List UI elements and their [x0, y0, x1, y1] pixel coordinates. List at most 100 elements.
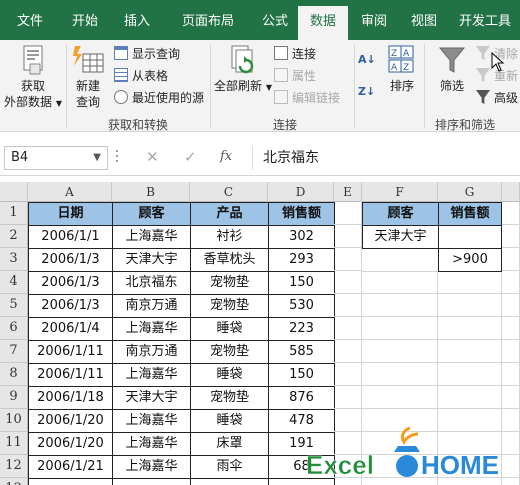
empty-cell[interactable]	[362, 271, 438, 294]
empty-cell[interactable]	[438, 386, 502, 409]
empty-cell[interactable]	[502, 202, 520, 225]
empty-cell[interactable]	[362, 363, 438, 386]
from-table-button[interactable]: 从表格	[114, 66, 168, 86]
table-cell[interactable]: 2006/1/3	[28, 248, 113, 272]
table-cell[interactable]: 302	[268, 225, 335, 249]
confirm-icon[interactable]: ✓	[184, 148, 197, 166]
sort-ascending-button[interactable]: A↓	[358, 50, 376, 70]
empty-cell[interactable]	[438, 340, 502, 363]
filter-button[interactable]: 筛选	[432, 44, 472, 94]
table-cell[interactable]: 530	[268, 294, 335, 318]
table-cell[interactable]: 上海嘉华	[112, 317, 191, 341]
table-cell[interactable]: 天津大宇	[112, 248, 191, 272]
table-cell[interactable]: 睡袋	[190, 317, 269, 341]
table-cell[interactable]: 北京福东	[112, 271, 191, 295]
empty-cell[interactable]	[334, 340, 362, 363]
row-header[interactable]: 10	[0, 409, 28, 432]
column-header-g[interactable]: G	[438, 182, 502, 202]
sort-button[interactable]: Z A A Z 排序	[384, 44, 420, 94]
table-cell[interactable]	[112, 478, 191, 485]
row-header[interactable]: 1	[0, 202, 28, 225]
table-cell[interactable]: 293	[268, 248, 335, 272]
empty-cell[interactable]	[502, 386, 520, 409]
empty-cell[interactable]	[334, 317, 362, 340]
show-queries-button[interactable]: 显示查询	[114, 44, 180, 64]
table-header-cell[interactable]: 销售额	[268, 202, 335, 226]
get-external-data-button[interactable]: 获取 外部数据 ▼	[2, 44, 64, 112]
table-cell[interactable]: 雨伞	[190, 455, 269, 479]
column-header-c[interactable]: C	[190, 182, 268, 202]
table-cell[interactable]: 睡袋	[190, 363, 269, 387]
table-cell[interactable]: 2006/1/18	[28, 386, 113, 410]
table-cell[interactable]: 上海嘉华	[112, 409, 191, 433]
empty-cell[interactable]	[438, 271, 502, 294]
table-cell[interactable]	[28, 478, 113, 485]
table-cell[interactable]: 2006/1/20	[28, 432, 113, 456]
table-header-cell[interactable]: 顾客	[112, 202, 191, 226]
table-cell[interactable]: 上海嘉华	[112, 363, 191, 387]
criteria-cell-customer[interactable]: 天津大宇	[362, 225, 439, 249]
table-cell[interactable]: 睡袋	[190, 409, 269, 433]
row-header[interactable]: 13	[0, 478, 28, 485]
empty-cell[interactable]	[334, 386, 362, 409]
empty-cell[interactable]	[362, 340, 438, 363]
row-header[interactable]: 8	[0, 363, 28, 386]
table-cell[interactable]: 150	[268, 271, 335, 295]
properties-button[interactable]: 属性	[274, 66, 316, 86]
table-cell[interactable]	[190, 478, 269, 485]
column-header-d[interactable]: D	[268, 182, 334, 202]
table-cell[interactable]: 223	[268, 317, 335, 341]
row-header[interactable]: 9	[0, 386, 28, 409]
table-cell[interactable]: 2006/1/3	[28, 271, 113, 295]
table-cell[interactable]: 150	[268, 363, 335, 387]
criteria-cell-sales-2[interactable]: >900	[438, 248, 502, 272]
tab-file[interactable]: 文件	[0, 0, 60, 40]
table-cell[interactable]: 宠物垫	[190, 294, 269, 318]
table-cell[interactable]: 南京万通	[112, 294, 191, 318]
table-cell[interactable]: 2006/1/3	[28, 294, 113, 318]
row-header[interactable]: 6	[0, 317, 28, 340]
recent-sources-button[interactable]: 最近使用的源	[114, 88, 204, 108]
cancel-icon[interactable]: ✕	[146, 148, 159, 166]
table-cell[interactable]: 2006/1/4	[28, 317, 113, 341]
tab-insert[interactable]: 插入	[110, 0, 164, 40]
tab-formulas[interactable]: 公式	[252, 0, 298, 40]
empty-cell[interactable]	[502, 294, 520, 317]
new-query-button[interactable]: 新建 查询	[68, 44, 108, 110]
formula-input[interactable]: 北京福东	[252, 146, 520, 170]
table-cell[interactable]: 2006/1/21	[28, 455, 113, 479]
table-cell[interactable]: 南京万通	[112, 340, 191, 364]
column-header-b[interactable]: B	[112, 182, 190, 202]
row-header[interactable]: 11	[0, 432, 28, 455]
empty-cell[interactable]	[362, 294, 438, 317]
chevron-down-icon[interactable]: ▼	[93, 147, 101, 169]
table-cell[interactable]: 585	[268, 340, 335, 364]
select-all-corner[interactable]	[0, 182, 28, 202]
table-cell[interactable]: 宠物垫	[190, 340, 269, 364]
table-cell[interactable]: 上海嘉华	[112, 432, 191, 456]
tab-data[interactable]: 数据	[298, 6, 348, 40]
empty-cell[interactable]	[334, 363, 362, 386]
table-cell[interactable]: 宠物垫	[190, 386, 269, 410]
table-cell[interactable]: 天津大宇	[112, 386, 191, 410]
table-cell[interactable]: 2006/1/1	[28, 225, 113, 249]
column-header-f[interactable]: F	[362, 182, 438, 202]
insert-function-icon[interactable]: fx	[220, 149, 232, 164]
table-cell[interactable]: 2006/1/20	[28, 409, 113, 433]
table-cell[interactable]: 876	[268, 386, 335, 410]
table-cell[interactable]: 2006/1/11	[28, 363, 113, 387]
row-header[interactable]: 7	[0, 340, 28, 363]
row-header[interactable]: 3	[0, 248, 28, 271]
table-cell[interactable]: 宠物垫	[190, 271, 269, 295]
table-cell[interactable]: 上海嘉华	[112, 455, 191, 479]
empty-cell[interactable]	[502, 317, 520, 340]
empty-cell[interactable]	[334, 271, 362, 294]
criteria-header-sales[interactable]: 销售额	[438, 202, 502, 226]
empty-cell[interactable]	[334, 294, 362, 317]
refresh-all-button[interactable]: 全部刷新 ▼	[214, 44, 272, 96]
sort-descending-button[interactable]: Z↓	[358, 82, 375, 102]
table-cell[interactable]: 床罩	[190, 432, 269, 456]
empty-cell[interactable]	[502, 340, 520, 363]
advanced-filter-button[interactable]: 高级	[476, 88, 518, 108]
table-cell[interactable]: 上海嘉华	[112, 225, 191, 249]
